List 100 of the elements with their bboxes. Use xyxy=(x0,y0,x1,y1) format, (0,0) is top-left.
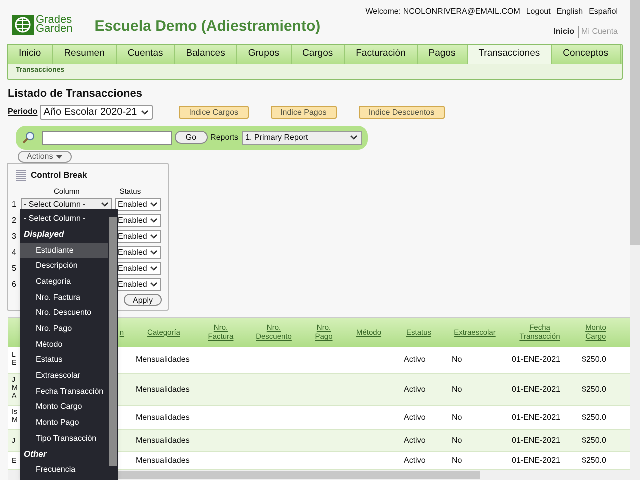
table-cell: Mensualidades xyxy=(136,355,190,364)
search-field[interactable] xyxy=(42,130,172,144)
table-cell: Activo xyxy=(404,355,426,364)
caret-icon xyxy=(150,250,158,256)
table-cell: No xyxy=(452,456,462,465)
logo-text: Grades xyxy=(36,16,73,25)
dropdown-option[interactable]: Monto Cargo xyxy=(20,400,108,416)
option-group-label: Other xyxy=(23,448,48,462)
actions-button[interactable]: Actions xyxy=(18,150,72,162)
caret-icon xyxy=(56,154,64,158)
table-cell: Mensualidades xyxy=(136,436,190,445)
table-cell: $250.0 xyxy=(582,456,606,465)
welcome-text: Welcome: NCOLONRIVERA@EMAIL.COM xyxy=(366,6,520,18)
caret-icon xyxy=(150,218,158,224)
status-select[interactable]: Enabled xyxy=(115,214,161,228)
page-title: Listado de Transacciones xyxy=(8,87,144,102)
header-link[interactable]: English xyxy=(556,6,584,18)
row-number: 5 xyxy=(12,262,18,275)
logo[interactable]: Grades Garden xyxy=(12,15,73,35)
dropdown-option[interactable]: Estatus xyxy=(20,352,108,368)
index-button[interactable]: Indice Cargos xyxy=(179,106,249,118)
caret-icon xyxy=(150,282,158,288)
caret-icon xyxy=(101,202,109,208)
table-cell: 01-ENE-2021 xyxy=(512,412,560,422)
nav-tab[interactable]: Balances xyxy=(175,45,238,64)
dropdown-option[interactable]: - Select Column - xyxy=(20,211,108,227)
dropdown-option[interactable]: Monto Pago xyxy=(20,415,108,431)
status-select[interactable]: Enabled xyxy=(115,262,161,276)
account-link[interactable]: Inicio xyxy=(554,26,575,38)
period-select[interactable]: Año Escolar 2020-21 xyxy=(40,104,154,120)
dropdown-option[interactable]: Extraescolar xyxy=(20,368,108,384)
table-cell: Activo xyxy=(404,412,426,422)
logo-text: Garden xyxy=(36,25,73,34)
table-cell: Activo xyxy=(404,436,426,445)
search-icon[interactable] xyxy=(22,130,37,146)
caret-icon xyxy=(141,110,150,114)
row-number: 2 xyxy=(12,214,18,227)
table-cell: 01-ENE-2021 xyxy=(512,384,560,394)
table-cell: No xyxy=(452,384,462,394)
dropdown-option[interactable]: Frecuencia xyxy=(20,462,108,478)
table-cell: 01-ENE-2021 xyxy=(512,436,560,445)
table-cell: $250.0 xyxy=(582,384,606,394)
table-cell: No xyxy=(452,436,462,445)
row-number: 3 xyxy=(12,230,18,243)
row-number: 1 xyxy=(12,198,18,211)
dropdown-option[interactable]: Tipo Transacción xyxy=(20,430,108,447)
status-select[interactable]: Enabled xyxy=(115,278,161,292)
dropdown-option[interactable]: Descripción xyxy=(20,258,108,274)
nav-tab[interactable]: Cuentas xyxy=(116,45,176,64)
dropdown-option[interactable]: Nro. Factura xyxy=(20,290,108,306)
dropdown-option[interactable]: Categoría xyxy=(20,274,108,290)
dropdown-option[interactable]: Estudiante xyxy=(20,242,108,258)
apply-button[interactable]: Apply xyxy=(124,294,162,306)
header-link[interactable]: Español xyxy=(589,6,618,18)
table-cell: Mensualidades xyxy=(136,456,190,465)
nav-tab[interactable]: Conceptos xyxy=(552,45,621,64)
list-icon xyxy=(16,170,26,182)
table-cell: $250.0 xyxy=(582,436,606,445)
nav-tab[interactable]: Resumen xyxy=(53,45,117,64)
table-cell: No xyxy=(452,412,462,422)
table-cell: No xyxy=(452,355,462,364)
option-group-label: Displayed xyxy=(23,228,66,242)
status-select[interactable]: Enabled xyxy=(115,198,161,212)
table-cell: Mensualidades xyxy=(136,412,190,422)
globe-icon xyxy=(12,15,34,35)
period-label: Periodo xyxy=(8,106,38,118)
table-cell: $250.0 xyxy=(582,355,606,364)
report-select[interactable]: 1. Primary Report xyxy=(242,130,362,144)
go-button[interactable]: Go xyxy=(174,131,208,144)
table-cell: $250.0 xyxy=(582,412,606,422)
nav-tab[interactable]: Inicio xyxy=(8,45,54,64)
caret-icon xyxy=(350,135,358,140)
status-select[interactable]: Enabled xyxy=(115,246,161,260)
table-cell: Activo xyxy=(404,384,426,394)
caret-icon xyxy=(150,266,158,272)
status-select[interactable]: Enabled xyxy=(115,230,161,244)
caret-icon xyxy=(150,202,158,208)
table-cell: 01-ENE-2021 xyxy=(512,355,560,364)
dropdown-option[interactable]: Nro. Descuento xyxy=(20,305,108,322)
dropdown-option[interactable]: Método xyxy=(20,336,108,352)
vertical-scrollbar[interactable] xyxy=(630,0,640,480)
row-number: 6 xyxy=(12,278,18,291)
panel-title: Control Break xyxy=(31,169,88,182)
school-name: Escuela Demo (Adiestramiento) xyxy=(94,16,321,37)
nav-tab[interactable]: Grupos xyxy=(237,45,292,64)
dropdown-option[interactable]: Fecha Transacción xyxy=(20,384,108,400)
row-number: 4 xyxy=(12,246,18,259)
nav-tab[interactable]: Cargos xyxy=(292,45,346,64)
reports-label: Reports xyxy=(210,132,239,144)
index-button[interactable]: Indice Descuentos xyxy=(358,106,445,118)
header-link[interactable]: Logout xyxy=(526,6,551,18)
table-cell: Activo xyxy=(404,456,426,465)
nav-tab[interactable]: Facturación xyxy=(345,45,418,64)
dropdown-option[interactable]: Nro. Pago xyxy=(20,321,108,337)
index-button[interactable]: Indice Pagos xyxy=(270,106,337,118)
nav-tab[interactable]: Transacciones xyxy=(468,45,552,64)
table-cell: Mensualidades xyxy=(136,384,190,394)
dropdown-scrollbar[interactable] xyxy=(108,209,118,480)
caret-icon xyxy=(150,234,158,240)
table-cell: 01-ENE-2021 xyxy=(512,456,560,465)
